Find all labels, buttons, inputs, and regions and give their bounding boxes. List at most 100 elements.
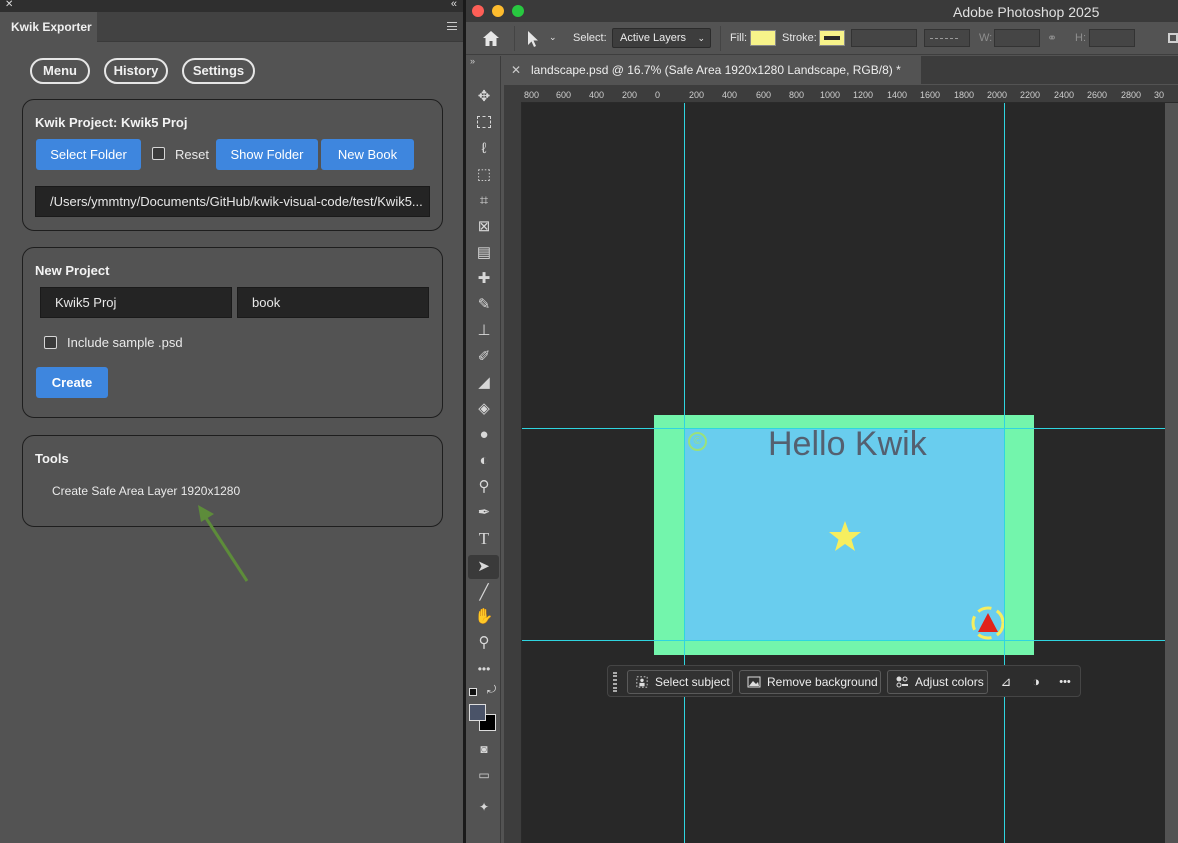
photoshop-window: Adobe Photoshop 2025 ⌄ Select: Active La… xyxy=(466,0,1178,843)
document-tab-bar: ✕ landscape.psd @ 16.7% (Safe Area 1920x… xyxy=(501,56,1178,84)
adjust-colors-label: Adjust colors xyxy=(915,675,984,689)
book-name-input[interactable]: book xyxy=(237,287,429,318)
paint-bucket-tool-icon[interactable]: ◈ xyxy=(474,399,494,419)
transform-icon[interactable]: ⊿ xyxy=(998,674,1014,690)
show-folder-button[interactable]: Show Folder xyxy=(216,139,318,170)
settings-button[interactable]: Settings xyxy=(182,58,255,84)
frame-tool-icon[interactable]: ⊠ xyxy=(474,217,494,237)
more-tools-icon[interactable]: ••• xyxy=(474,659,494,679)
eyedropper-tool-icon[interactable]: ▤ xyxy=(474,243,494,263)
marquee-tool-icon[interactable] xyxy=(474,113,494,133)
fill-label: Fill: xyxy=(730,32,748,44)
tab-kwik-exporter[interactable]: Kwik Exporter xyxy=(0,12,97,42)
panel-tab-bar: Kwik Exporter xyxy=(0,12,463,42)
reset-checkbox[interactable] xyxy=(152,147,165,160)
move-tool-icon[interactable]: ✥ xyxy=(474,87,494,107)
create-safe-area-layer-link[interactable]: Create Safe Area Layer 1920x1280 xyxy=(52,484,240,498)
line-tool-icon[interactable]: ╱ xyxy=(474,583,494,603)
menu-button[interactable]: Menu xyxy=(30,58,90,84)
project-name-input[interactable]: Kwik5 Proj xyxy=(40,287,232,318)
close-document-icon[interactable]: ✕ xyxy=(511,56,521,84)
tool-preset-chevron-icon[interactable]: ⌄ xyxy=(549,32,557,43)
vertical-guide[interactable] xyxy=(684,103,685,843)
hello-kwik-text-layer[interactable]: Hello Kwik xyxy=(768,425,927,464)
panel-menu-icon[interactable] xyxy=(447,22,457,30)
select-subject-button[interactable]: Select subject xyxy=(627,670,733,694)
new-book-button[interactable]: New Book xyxy=(321,139,414,170)
reset-label: Reset xyxy=(175,147,209,162)
close-window-button[interactable] xyxy=(472,5,484,17)
vertical-guide[interactable] xyxy=(1004,103,1005,843)
foreground-color-swatch[interactable] xyxy=(469,704,486,721)
select-folder-button[interactable]: Select Folder xyxy=(36,139,141,170)
direct-select-tool-icon[interactable] xyxy=(526,30,540,48)
horizontal-guide[interactable] xyxy=(522,428,1165,429)
swap-colors-icon[interactable]: ⤾ xyxy=(487,684,496,697)
zoom-window-button[interactable] xyxy=(512,5,524,17)
path-operations-icon[interactable] xyxy=(1168,33,1178,43)
history-brush-tool-icon[interactable]: ✐ xyxy=(474,347,494,367)
brush-tool-icon[interactable]: ✎ xyxy=(474,295,494,315)
ruler-label: 600 xyxy=(756,90,772,100)
vertical-ruler[interactable] xyxy=(504,103,522,843)
include-sample-checkbox[interactable] xyxy=(44,336,57,349)
screen-mode-icon[interactable]: ▭ xyxy=(474,765,494,785)
pen-tool-icon[interactable]: ✒ xyxy=(474,503,494,523)
close-panel-icon[interactable]: ✕ xyxy=(5,0,13,10)
lasso-tool-icon[interactable]: ℓ xyxy=(474,139,494,159)
type-tool-icon[interactable]: T xyxy=(474,529,494,549)
stroke-swatch[interactable] xyxy=(819,30,845,46)
minimize-window-button[interactable] xyxy=(492,5,504,17)
stroke-type-dropdown[interactable] xyxy=(924,29,970,47)
copyright-icon[interactable]: © xyxy=(688,432,707,451)
dodge-tool-icon[interactable]: ◐ xyxy=(474,451,494,471)
horizontal-ruler[interactable]: 800 600 400 200 0 200 400 600 800 1000 1… xyxy=(521,85,1178,103)
home-icon[interactable] xyxy=(482,30,500,47)
zoom-tool-icon[interactable]: ⚲ xyxy=(474,633,494,653)
drag-handle-icon[interactable] xyxy=(613,672,617,692)
adjustment-layer-icon[interactable]: ◑ xyxy=(1028,674,1044,690)
adjust-colors-button[interactable]: Adjust colors xyxy=(887,670,988,694)
select-subject-icon xyxy=(636,676,648,688)
hand-tool-icon[interactable]: ✋ xyxy=(474,607,494,627)
kwik-project-title: Kwik Project: Kwik5 Proj xyxy=(35,115,188,130)
ruler-origin[interactable] xyxy=(504,85,521,103)
fill-swatch[interactable] xyxy=(750,30,776,46)
new-project-section: New Project Kwik5 Proj book Include samp… xyxy=(22,247,443,418)
more-options-icon[interactable]: ••• xyxy=(1057,674,1073,690)
default-colors-icon[interactable] xyxy=(469,688,477,696)
object-selection-tool-icon[interactable]: ⬚ xyxy=(474,165,494,185)
star-icon[interactable] xyxy=(828,519,862,553)
ruler-label: 2800 xyxy=(1121,90,1142,100)
blur-tool-icon[interactable]: ● xyxy=(474,425,494,445)
ruler-label: 1600 xyxy=(920,90,941,100)
select-layers-dropdown[interactable]: Active Layers ⌄ xyxy=(612,28,711,48)
path-selection-tool-icon[interactable]: ➤ xyxy=(468,555,499,579)
ruler-label: 800 xyxy=(524,90,540,100)
clone-stamp-tool-icon[interactable]: ⊥ xyxy=(474,321,494,341)
vertical-scrollbar[interactable] xyxy=(1165,103,1178,843)
app-title: Adobe Photoshop 2025 xyxy=(953,4,1100,20)
stroke-width-field[interactable] xyxy=(851,29,917,47)
annotation-arrow-icon xyxy=(198,505,249,582)
action-button-icon[interactable] xyxy=(970,605,1006,641)
document-tab[interactable]: ✕ landscape.psd @ 16.7% (Safe Area 1920x… xyxy=(501,56,921,84)
horizontal-guide[interactable] xyxy=(522,640,1165,641)
expand-tools-icon[interactable]: » xyxy=(470,56,475,66)
w-label: W: xyxy=(979,32,993,44)
create-button[interactable]: Create xyxy=(36,367,108,398)
collapse-panel-icon[interactable]: « xyxy=(451,0,457,10)
remove-background-button[interactable]: Remove background xyxy=(739,670,881,694)
link-icon[interactable]: ⚭ xyxy=(1047,31,1057,45)
width-field[interactable] xyxy=(994,29,1040,47)
crop-tool-icon[interactable]: ⌗ xyxy=(474,191,494,211)
document-tab-label: landscape.psd @ 16.7% (Safe Area 1920x12… xyxy=(531,63,901,77)
burn-tool-icon[interactable]: ⚲ xyxy=(474,477,494,497)
quick-mask-icon[interactable]: ◙ xyxy=(474,739,494,759)
healing-brush-tool-icon[interactable]: ✚ xyxy=(474,269,494,289)
height-field[interactable] xyxy=(1089,29,1135,47)
history-button[interactable]: History xyxy=(104,58,168,84)
generative-fill-icon[interactable]: ✦ xyxy=(474,797,494,817)
project-path-field[interactable]: /Users/ymmtny/Documents/GitHub/kwik-visu… xyxy=(35,186,430,217)
eraser-tool-icon[interactable]: ◢ xyxy=(474,373,494,393)
